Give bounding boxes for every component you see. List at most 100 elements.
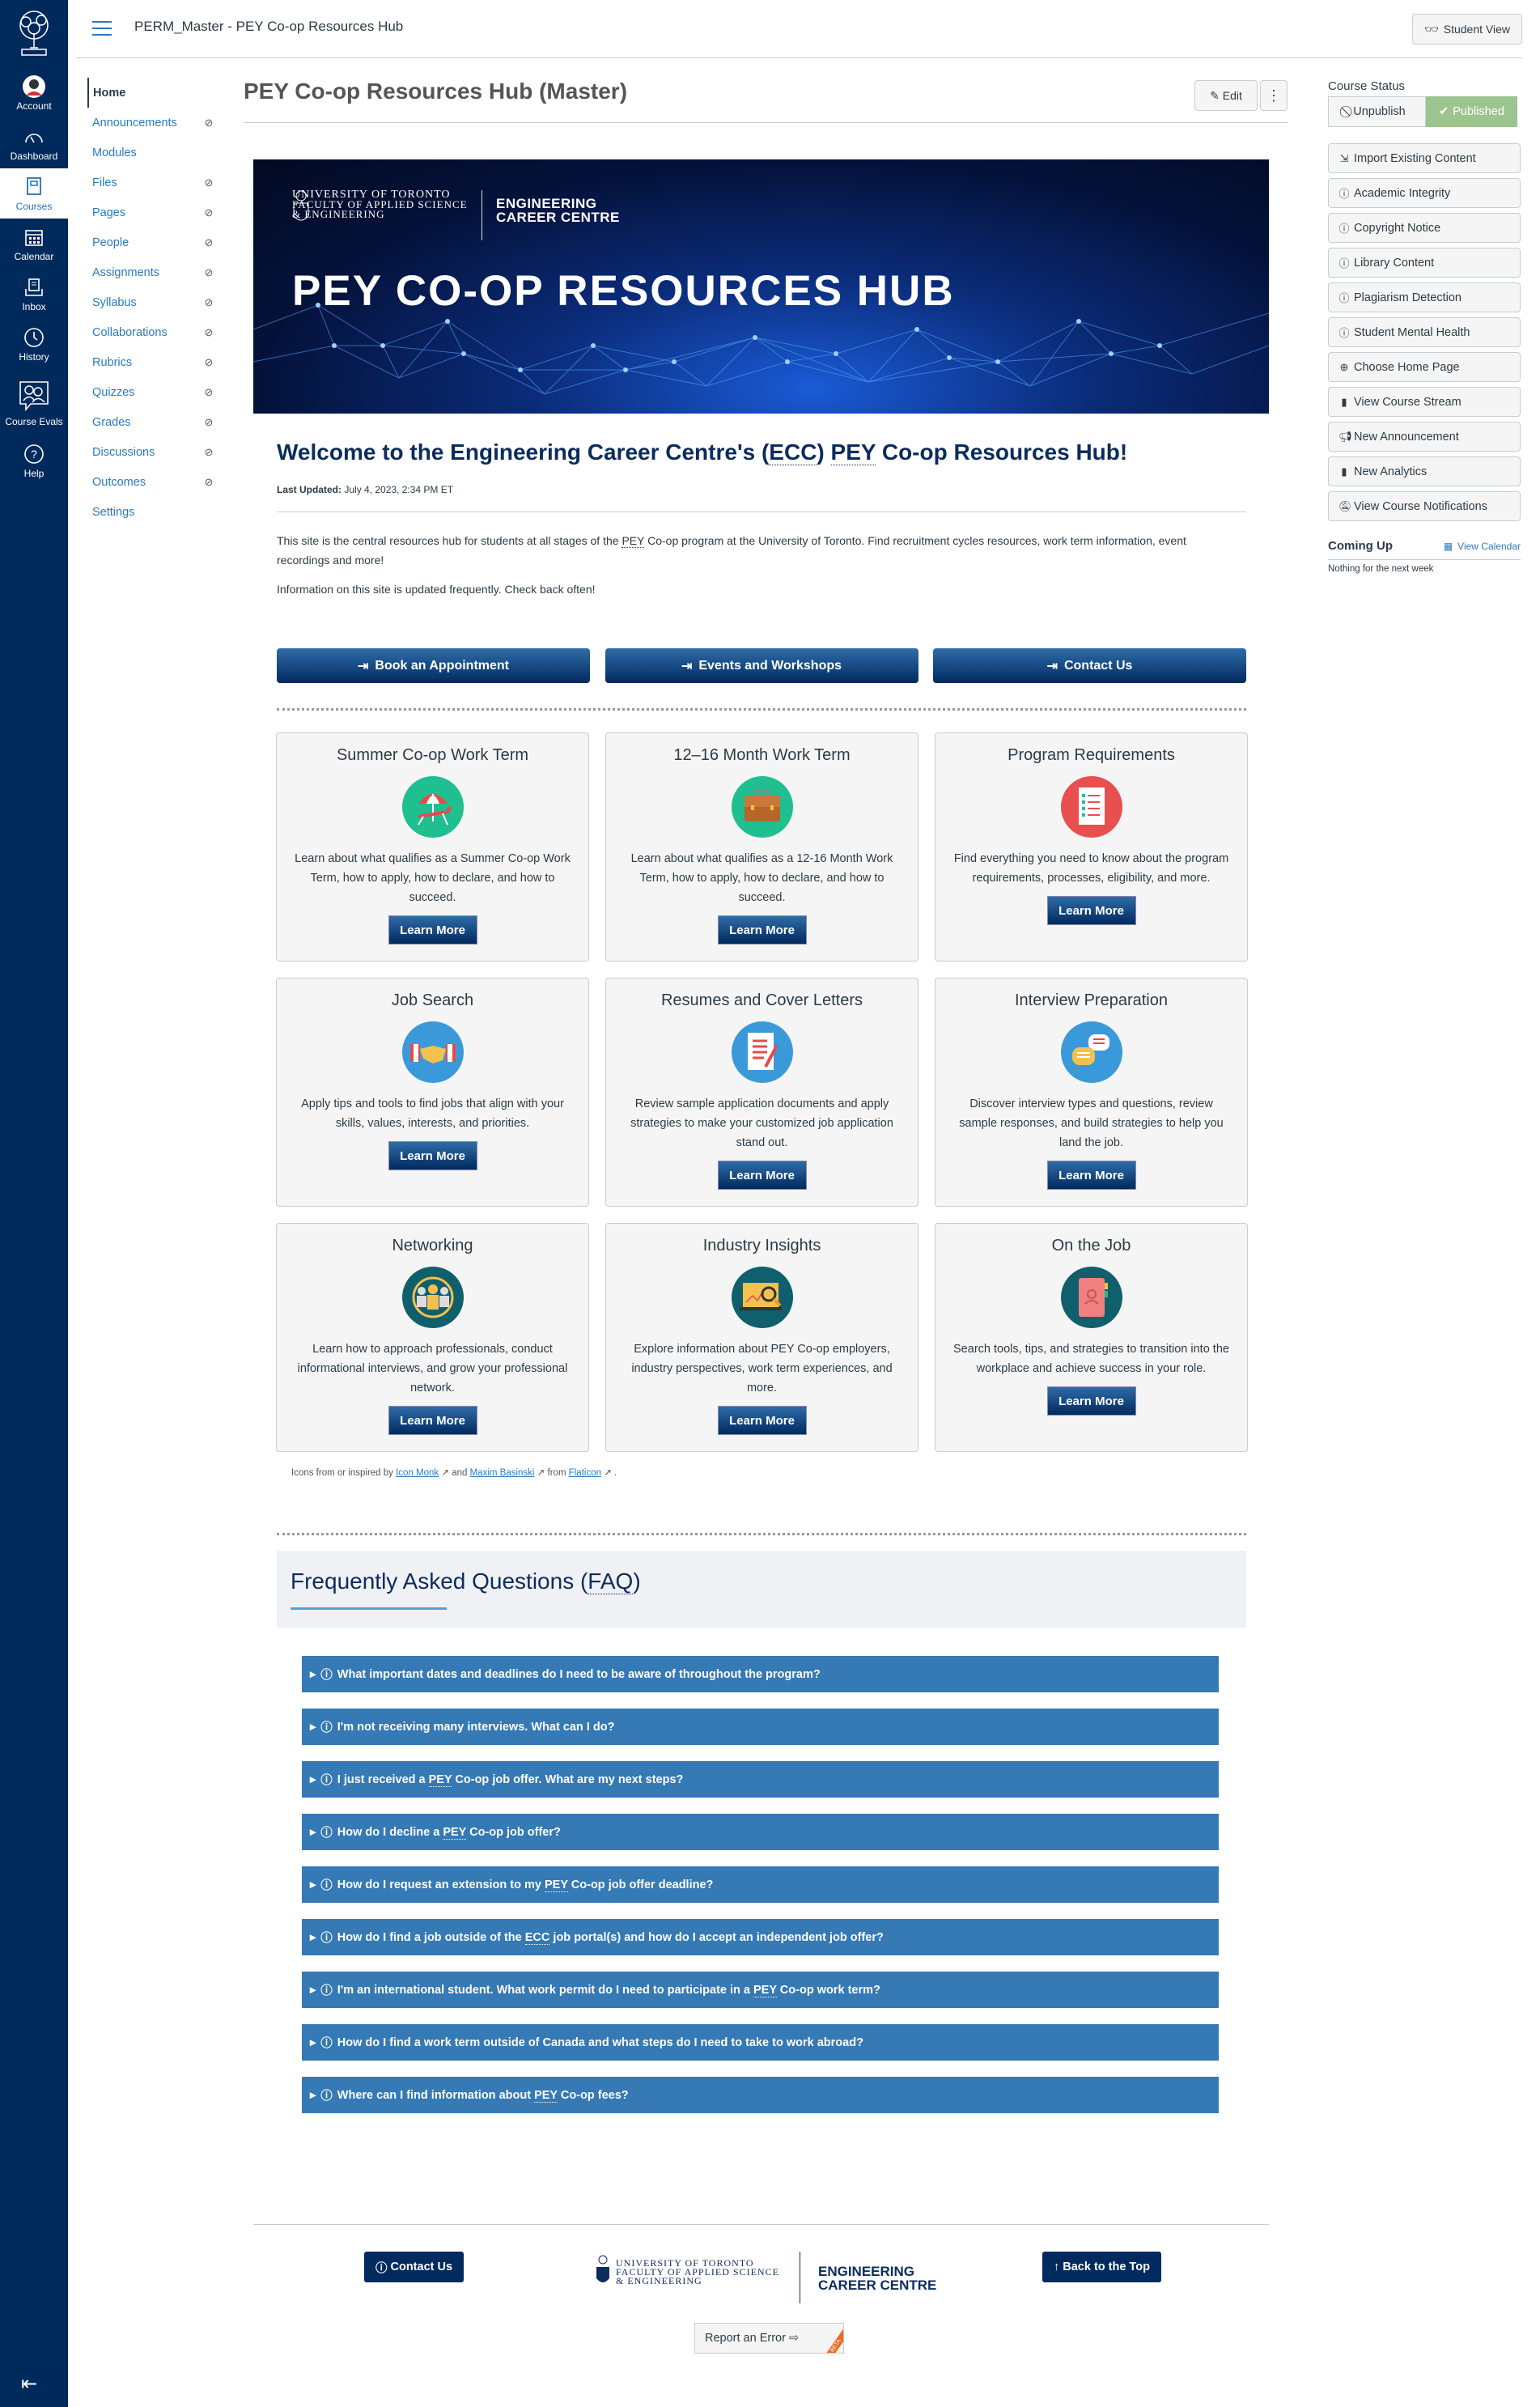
published-button[interactable]: ✔ Published <box>1426 96 1517 127</box>
global-nav-course-evals[interactable]: Course Evals <box>0 369 68 435</box>
hidden-eye-icon: ⊘ <box>204 295 214 308</box>
faq-item[interactable]: ▸ ⓘ How do I request an extension to my PE… <box>302 1866 1219 1903</box>
new-announcement-button[interactable]: 📢︎ New Announcement <box>1328 422 1521 452</box>
report-error-button[interactable]: Report an Error ⇨ BETA <box>694 2323 844 2354</box>
view-course-notifications-button[interactable]: 🔕︎ View Course Notifications <box>1328 491 1521 521</box>
import-icon: ⇲ <box>1339 151 1349 164</box>
faq-item[interactable]: ▸ ⓘ I'm not receiving many interviews. Wha… <box>302 1709 1219 1745</box>
faq-question: I'm an international student. What work … <box>337 1983 880 1997</box>
faq-item[interactable]: ▸ ⓘ How do I find a work term outside of C… <box>302 2024 1219 2061</box>
course-nav-files[interactable]: Files ⊘ <box>87 168 217 197</box>
learn-more-button[interactable]: Learn More <box>1046 1386 1136 1416</box>
learn-more-button[interactable]: Learn More <box>717 915 807 945</box>
learn-more-button[interactable]: Learn More <box>1046 896 1136 925</box>
global-nav-dashboard[interactable]: Dashboard <box>0 118 68 168</box>
library-content-button[interactable]: ⓘ Library Content <box>1328 248 1521 278</box>
course-nav-rubrics[interactable]: Rubrics ⊘ <box>87 347 217 377</box>
question-circle-icon: ⓘ <box>320 1721 333 1734</box>
course-nav-outcomes[interactable]: Outcomes ⊘ <box>87 467 217 497</box>
learn-more-button[interactable]: Learn More <box>1046 1161 1136 1190</box>
course-nav-settings[interactable]: Settings <box>87 497 217 527</box>
academic-integrity-button[interactable]: ⓘ Academic Integrity <box>1328 178 1521 208</box>
course-nav-syllabus[interactable]: Syllabus ⊘ <box>87 287 217 317</box>
faq-question: Where can I find information about PEY C… <box>337 2088 629 2103</box>
right-sidebar: Course Status ⃠Unpublish ✔Published ⇲Imp… <box>1328 79 1521 574</box>
edit-button[interactable]: ✎ Edit <box>1194 80 1258 111</box>
card-title: Job Search <box>391 991 474 1009</box>
global-nav-history[interactable]: History <box>0 319 68 369</box>
events-and-workshops-button[interactable]: ⇥ Events and Workshops <box>605 648 918 683</box>
dotted-divider <box>277 1533 1246 1535</box>
global-nav-courses[interactable]: Courses <box>0 168 68 219</box>
faq-heading: Frequently Asked Questions (FAQ) <box>291 1569 641 1594</box>
course-nav-home[interactable]: Home <box>87 78 217 108</box>
faq-item[interactable]: ▸ ⓘ I just received a PEY Co-op job offer.… <box>302 1761 1219 1798</box>
breadcrumb[interactable]: PERM_Master - PEY Co-op Resources Hub <box>134 19 403 35</box>
hidden-eye-icon: ⊘ <box>204 355 214 368</box>
copyright-notice-button[interactable]: ⓘ Copyright Notice <box>1328 213 1521 243</box>
course-nav-announcements[interactable]: Announcements ⊘ <box>87 108 217 138</box>
course-nav-grades[interactable]: Grades ⊘ <box>87 407 217 437</box>
import-existing-content-button[interactable]: ⇲ Import Existing Content <box>1328 143 1521 173</box>
global-nav-calendar[interactable]: Calendar <box>0 219 68 269</box>
coming-up-header: Coming Up ▦ View Calendar <box>1328 539 1521 560</box>
icon-monk-link[interactable]: Icon Monk <box>396 1468 439 1478</box>
last-updated: Last Updated: July 4, 2023, 2:34 PM ET <box>277 484 454 495</box>
choose-home-page-button[interactable]: ⊕ Choose Home Page <box>1328 352 1521 382</box>
course-nav-people[interactable]: People ⊘ <box>87 227 217 257</box>
footer-contact-button[interactable]: ⓘ Contact Us <box>364 2252 465 2282</box>
global-nav-account[interactable]: Account <box>0 68 68 118</box>
view-course-stream-button[interactable]: ▮ View Course Stream <box>1328 387 1521 417</box>
faq-item[interactable]: ▸ ⓘ What important dates and deadlines do … <box>302 1656 1219 1692</box>
info-icon: ⓘ <box>1338 292 1350 304</box>
collapse-nav-icon[interactable]: ⇤ <box>21 2372 37 2396</box>
learn-more-button[interactable]: Learn More <box>717 1406 807 1435</box>
resource-card: Interview Preparation Discover interview … <box>935 978 1248 1207</box>
avatar <box>22 74 46 98</box>
question-circle-icon: ⓘ <box>320 1827 333 1840</box>
intro-text: This site is the central resources hub f… <box>277 534 1186 596</box>
faq-header: Frequently Asked Questions (FAQ) <box>277 1551 1246 1628</box>
book-an-appointment-button[interactable]: ⇥ Book an Appointment <box>277 648 590 683</box>
external-icon: ⇨ <box>788 2332 800 2345</box>
faq-item[interactable]: ▸ ⓘ How do I decline a PEY Co-op job offer… <box>302 1814 1219 1850</box>
hamburger-menu-icon[interactable] <box>92 21 112 36</box>
learn-more-button[interactable]: Learn More <box>388 1141 477 1170</box>
course-nav-pages[interactable]: Pages ⊘ <box>87 197 217 227</box>
faq-item[interactable]: ▸ ⓘ How do I find a job outside of the ECC… <box>302 1919 1219 1955</box>
back-to-top-button[interactable]: ↑ Back to the Top <box>1042 2252 1161 2282</box>
unpublish-button[interactable]: ⃠Unpublish <box>1328 96 1426 127</box>
global-nav-help[interactable]: ? Help <box>0 435 68 486</box>
dotted-divider <box>277 708 1246 711</box>
faq-item[interactable]: ▸ ⓘ Where can I find information about PEY… <box>302 2077 1219 2113</box>
plagiarism-detection-button[interactable]: ⓘ Plagiarism Detection <box>1328 282 1521 312</box>
learn-more-button[interactable]: Learn More <box>388 1406 477 1435</box>
course-nav-discussions[interactable]: Discussions ⊘ <box>87 437 217 467</box>
learn-more-button[interactable]: Learn More <box>388 915 477 945</box>
more-options-button[interactable]: ⋮ <box>1260 80 1288 111</box>
expand-triangle-icon: ▸ <box>310 2036 316 2049</box>
target-icon: ⊕ <box>1339 360 1349 373</box>
icon-credits: Icons from or inspired by Icon Monk ↗ an… <box>291 1468 617 1478</box>
question-circle-icon: ⓘ <box>320 1932 333 1945</box>
course-nav-modules[interactable]: Modules <box>87 138 217 168</box>
maxim-basinski-link[interactable]: Maxim Basinski <box>470 1468 535 1478</box>
card-description: Find everything you need to know about t… <box>953 852 1229 885</box>
course-nav-assignments[interactable]: Assignments ⊘ <box>87 257 217 287</box>
contact-us-button[interactable]: ⇥ Contact Us <box>933 648 1246 683</box>
footer-uoft-logo: UNIVERSITY OF TORONTO FACULTY OF APPLIED … <box>595 2254 779 2290</box>
flaticon-link[interactable]: Flaticon <box>569 1468 601 1478</box>
new-analytics-button[interactable]: ▮ New Analytics <box>1328 456 1521 486</box>
faq-item[interactable]: ▸ ⓘ I'm an international student. What wor… <box>302 1972 1219 2008</box>
course-nav-collaborations[interactable]: Collaborations ⊘ <box>87 317 217 347</box>
student-mental-health-button[interactable]: ⓘ Student Mental Health <box>1328 317 1521 347</box>
handshake-icon <box>401 1021 464 1083</box>
resource-card: Summer Co-op Work Term Learn about what q… <box>276 732 589 962</box>
global-nav-inbox[interactable]: Inbox <box>0 269 68 319</box>
course-nav-quizzes[interactable]: Quizzes ⊘ <box>87 377 217 407</box>
uoft-logo[interactable] <box>0 0 68 68</box>
card-title: Summer Co-op Work Term <box>336 746 529 764</box>
student-view-button[interactable]: 👓︎ Student View <box>1411 14 1522 45</box>
learn-more-button[interactable]: Learn More <box>717 1161 807 1190</box>
view-calendar-link[interactable]: ▦ View Calendar <box>1444 541 1521 552</box>
